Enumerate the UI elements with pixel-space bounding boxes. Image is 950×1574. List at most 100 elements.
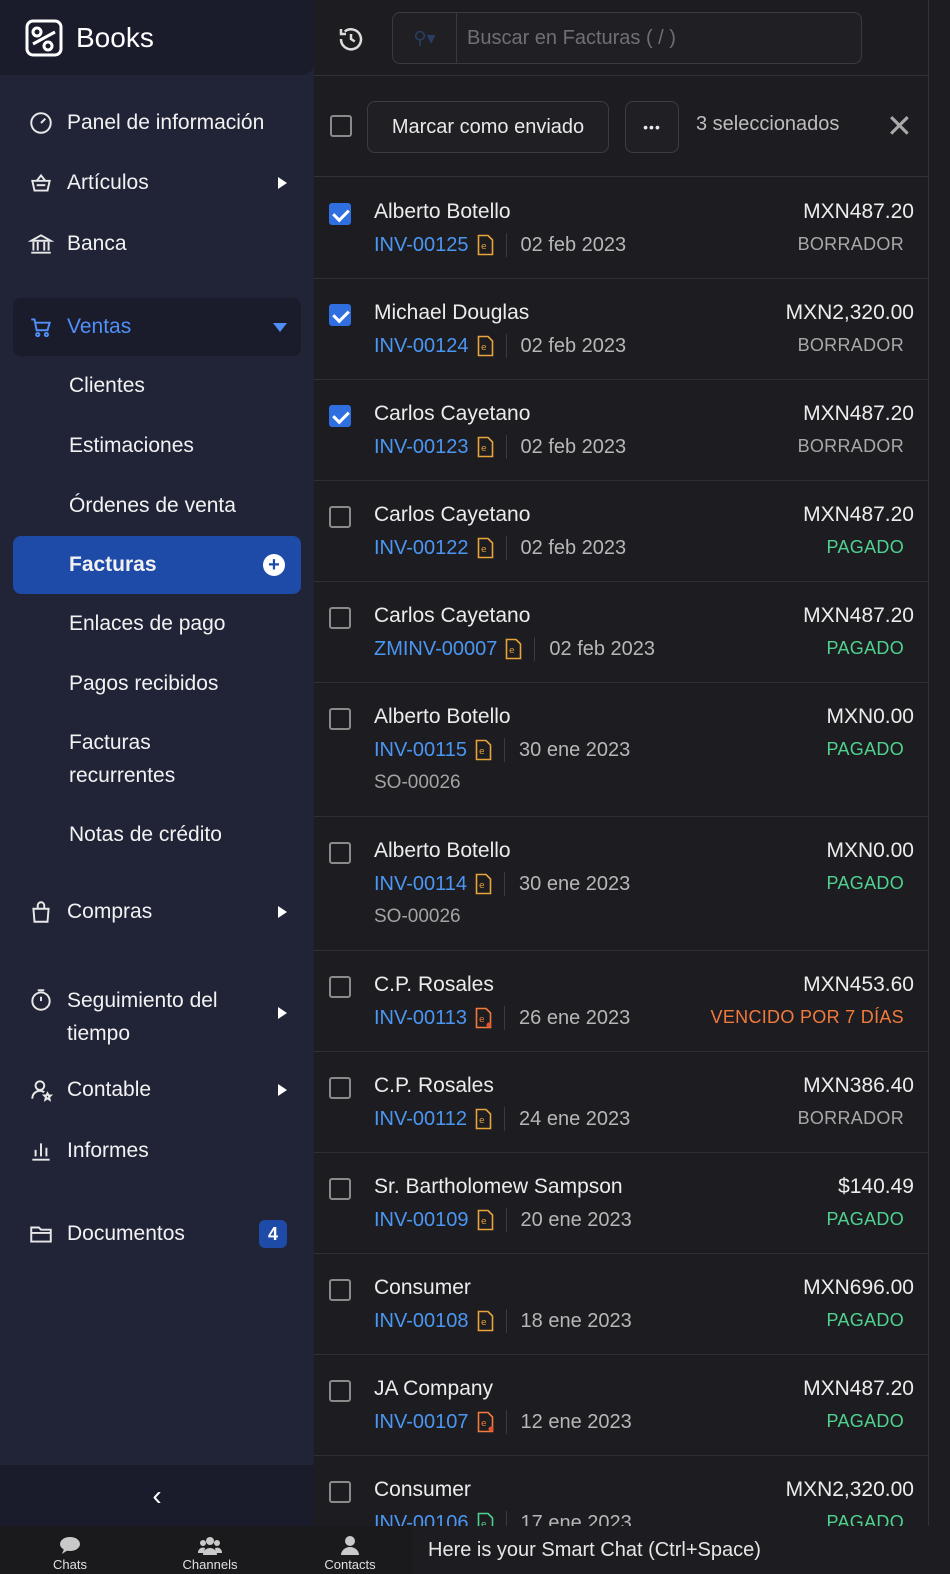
sidebar-item-enlaces-pago[interactable]: Enlaces de pago (13, 595, 301, 653)
row-checkbox[interactable] (329, 1178, 351, 1200)
invoice-number-link[interactable]: INV-00114 (374, 873, 467, 896)
brand-name: Books (76, 21, 154, 53)
sidebar-item-facturas-recurrentes[interactable]: Facturas recurrentes (13, 724, 301, 794)
invoice-meta: INV-00114 e 30 ene 2023 (374, 872, 630, 896)
divider (505, 435, 507, 459)
nav-item-items[interactable]: Artículos (13, 154, 301, 212)
sidebar-item-pagos-recibidos[interactable]: Pagos recibidos (13, 655, 301, 713)
invoice-number-link[interactable]: INV-00122 (374, 537, 469, 560)
invoice-row[interactable]: Carlos Cayetano ZMINV-00007 e 02 feb 2023 MX… (314, 582, 928, 683)
nav-item-time-tracking[interactable]: Seguimiento del tiempo (13, 980, 301, 1046)
row-checkbox[interactable] (329, 976, 351, 998)
row-checkbox[interactable] (329, 203, 351, 225)
mark-as-sent-button[interactable]: Marcar como enviado (367, 101, 609, 153)
svg-text:e: e (481, 545, 487, 555)
nav-item-purchases[interactable]: Compras (13, 883, 301, 941)
invoice-date: 24 ene 2023 (519, 1107, 631, 1130)
row-checkbox[interactable] (329, 842, 351, 864)
sidebar-item-notas-credito[interactable]: Notas de crédito (13, 806, 301, 864)
tab-chats[interactable]: Chats (0, 1526, 140, 1574)
sidebar-item-ordenes[interactable]: Órdenes de venta (13, 477, 301, 535)
customer-name: C.P. Rosales (374, 973, 494, 996)
select-all-checkbox[interactable] (330, 115, 352, 137)
divider (504, 1107, 506, 1131)
tab-contacts[interactable]: Contacts (280, 1526, 420, 1574)
invoice-row[interactable]: Consumer INV-00106 e 17 ene 2023 MXN2,320.00… (314, 1456, 928, 1526)
invoice-list: Alberto Botello INV-00125 e 02 feb 2023 MXN4… (314, 178, 928, 1526)
invoice-row[interactable]: Alberto Botello INV-00114 e 30 ene 2023 SO-0… (314, 817, 928, 951)
invoice-number-link[interactable]: INV-00125 (374, 234, 469, 257)
nav-item-accountant[interactable]: Contable (13, 1061, 301, 1119)
nav-item-banking[interactable]: Banca (13, 215, 301, 273)
e-invoice-document-icon: e (475, 873, 492, 895)
nav-item-documents[interactable]: Documentos 4 (13, 1205, 301, 1263)
invoice-date: 02 feb 2023 (549, 637, 656, 660)
bag-icon (27, 898, 55, 926)
invoice-number-link[interactable]: INV-00113 (374, 1007, 467, 1030)
invoice-row[interactable]: Consumer INV-00108 e 18 ene 2023 MXN696.00 PA… (314, 1254, 928, 1355)
add-invoice-icon[interactable]: + (263, 554, 285, 576)
brand-header[interactable]: Books (0, 0, 314, 75)
status-badge: PAGADO (826, 537, 904, 557)
invoice-meta: INV-00108 e 18 ene 2023 (374, 1309, 632, 1333)
search-scope-dropdown[interactable]: ⚲▾ (393, 13, 457, 63)
tab-label: Contacts (324, 1557, 376, 1572)
sidebar-item-facturas[interactable]: Facturas + (13, 536, 301, 594)
invoice-date: 02 feb 2023 (520, 334, 627, 357)
close-icon[interactable]: ✕ (886, 110, 913, 142)
svg-text:e: e (481, 343, 487, 353)
nav-item-sales[interactable]: Ventas (13, 298, 301, 356)
invoice-row[interactable]: Michael Douglas INV-00124 e 02 feb 2023 MXN2… (314, 279, 928, 380)
invoice-row[interactable]: Carlos Cayetano INV-00123 e 02 feb 2023 MXN4… (314, 380, 928, 481)
collapse-sidebar-button[interactable]: ‹ (0, 1465, 314, 1526)
invoice-row[interactable]: C.P. Rosales INV-00112 e 24 ene 2023 MXN386.… (314, 1052, 928, 1153)
invoice-number-link[interactable]: INV-00109 (374, 1209, 469, 1232)
invoice-number-link[interactable]: INV-00115 (374, 739, 467, 762)
status-badge: PAGADO (826, 638, 904, 658)
invoice-number-link[interactable]: INV-00112 (374, 1108, 467, 1131)
row-checkbox[interactable] (329, 304, 351, 326)
tab-channels[interactable]: Channels (140, 1526, 280, 1574)
svg-text:e: e (479, 747, 485, 757)
bar-chart-icon (27, 1137, 55, 1165)
invoice-row[interactable]: JA Company INV-00107 e 12 ene 2023 MXN487.20… (314, 1355, 928, 1456)
invoice-meta: INV-00122 e 02 feb 2023 (374, 536, 626, 560)
row-checkbox[interactable] (329, 405, 351, 427)
history-icon[interactable] (336, 24, 366, 54)
row-checkbox[interactable] (329, 607, 351, 629)
row-checkbox[interactable] (329, 1380, 351, 1402)
invoice-number-link[interactable]: INV-00123 (374, 436, 469, 459)
invoice-row[interactable]: C.P. Rosales INV-00113 e 26 ene 2023 MXN453.… (314, 951, 928, 1052)
invoice-number-link[interactable]: INV-00106 (374, 1512, 469, 1527)
status-badge: BORRADOR (797, 1108, 904, 1128)
search-input[interactable] (457, 26, 861, 50)
sidebar-item-clientes[interactable]: Clientes (13, 357, 301, 415)
nav-label: Ventas (67, 315, 132, 338)
invoice-meta: INV-00113 e 26 ene 2023 (374, 1006, 630, 1030)
row-checkbox[interactable] (329, 1481, 351, 1503)
row-checkbox[interactable] (329, 1077, 351, 1099)
e-invoice-document-icon: e (477, 1310, 494, 1332)
invoice-number-link[interactable]: ZMINV-00007 (374, 638, 497, 661)
invoice-row[interactable]: Sr. Bartholomew Sampson INV-00109 e 20 ene … (314, 1153, 928, 1254)
invoice-amount: MXN487.20 (803, 200, 914, 223)
nav-item-reports[interactable]: Informes (13, 1122, 301, 1180)
invoice-row[interactable]: Carlos Cayetano INV-00122 e 02 feb 2023 MXN4… (314, 481, 928, 582)
invoice-row[interactable]: Alberto Botello INV-00125 e 02 feb 2023 MXN4… (314, 178, 928, 279)
nav-item-dashboard[interactable]: Panel de información (13, 94, 301, 152)
more-actions-button[interactable]: ••• (625, 101, 679, 153)
sub-label: Estimaciones (69, 434, 194, 457)
status-badge: BORRADOR (797, 234, 904, 254)
row-checkbox[interactable] (329, 506, 351, 528)
nav-label: Panel de información (67, 111, 265, 134)
invoice-number-link[interactable]: INV-00108 (374, 1310, 469, 1333)
invoice-number-link[interactable]: INV-00124 (374, 335, 469, 358)
svg-text:e: e (481, 1318, 487, 1328)
invoice-row[interactable]: Alberto Botello INV-00115 e 30 ene 2023 SO-0… (314, 683, 928, 817)
row-checkbox[interactable] (329, 708, 351, 730)
sidebar-item-estimaciones[interactable]: Estimaciones (13, 417, 301, 475)
divider (534, 637, 536, 661)
smart-chat-input[interactable]: Here is your Smart Chat (Ctrl+Space) (412, 1526, 950, 1574)
row-checkbox[interactable] (329, 1279, 351, 1301)
invoice-number-link[interactable]: INV-00107 (374, 1411, 469, 1434)
